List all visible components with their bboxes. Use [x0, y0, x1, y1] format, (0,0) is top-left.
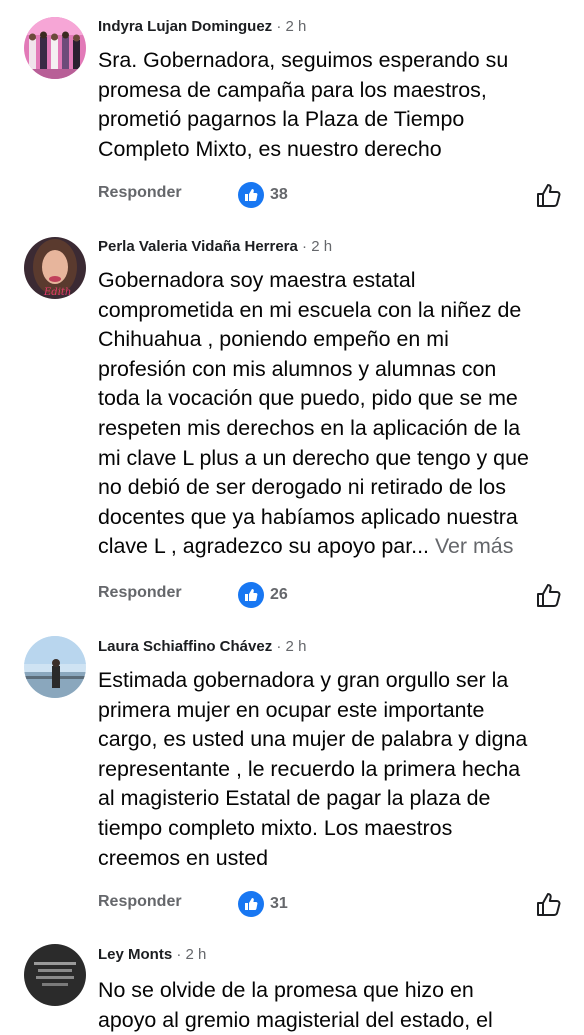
comment-actions: Responder 31	[98, 889, 568, 919]
author-name[interactable]: Perla Valeria Vidaña Herrera	[98, 238, 298, 255]
like-icon[interactable]	[534, 580, 564, 610]
author-name[interactable]: Indyra Lujan Dominguez	[98, 18, 272, 35]
comment-author[interactable]: Indyra Lujan Dominguez · 2 h	[98, 18, 306, 35]
like-icon[interactable]	[534, 180, 564, 210]
comment-text-content: Gobernadora soy maestra estatal comprome…	[98, 268, 529, 559]
avatar[interactable]: Edith	[24, 237, 86, 299]
author-name[interactable]: Ley Monts	[98, 946, 172, 963]
comment-time[interactable]: · 2 h	[176, 946, 206, 963]
comment-text: No se olvide de la promesa que hizo en a…	[98, 978, 493, 1032]
comment-text: Sra. Gobernadora, seguimos esperando su …	[98, 48, 509, 161]
see-more-link[interactable]: Ver más	[435, 534, 513, 558]
avatar-text: Edith	[43, 287, 71, 298]
comment-time[interactable]: · 2 h	[302, 238, 332, 255]
comment-author[interactable]: Laura Schiaffino Chávez · 2 h	[98, 638, 306, 655]
like-icon[interactable]	[534, 889, 564, 919]
reply-button[interactable]: Responder	[98, 184, 182, 202]
reply-button[interactable]: Responder	[98, 893, 182, 911]
avatar[interactable]	[24, 636, 86, 698]
reaction-count: 31	[270, 895, 288, 912]
avatar[interactable]	[24, 17, 86, 79]
comment-time[interactable]: · 2 h	[276, 638, 306, 655]
avatar[interactable]	[24, 944, 86, 1006]
comment-time[interactable]: · 2 h	[276, 18, 306, 35]
reaction-summary[interactable]: 38	[238, 180, 288, 210]
reply-button[interactable]: Responder	[98, 584, 182, 602]
author-name[interactable]: Laura Schiaffino Chávez	[98, 638, 272, 655]
comment-author[interactable]: Ley Monts · 2 h	[98, 946, 206, 963]
reaction-summary[interactable]: 31	[238, 889, 288, 919]
like-reaction-icon	[238, 182, 264, 208]
reaction-count: 38	[270, 186, 288, 203]
comment-text: Estimada gobernadora y gran orgullo ser …	[98, 668, 528, 870]
comment-author[interactable]: Perla Valeria Vidaña Herrera · 2 h	[98, 238, 332, 255]
reaction-count: 26	[270, 586, 288, 603]
comment-text: Gobernadora soy maestra estatal comprome…	[98, 266, 568, 562]
like-reaction-icon	[238, 891, 264, 917]
reaction-summary[interactable]: 26	[238, 580, 288, 610]
comment-actions: Responder 26	[98, 580, 568, 610]
like-reaction-icon	[238, 582, 264, 608]
comment-actions: Responder 38	[98, 180, 568, 210]
